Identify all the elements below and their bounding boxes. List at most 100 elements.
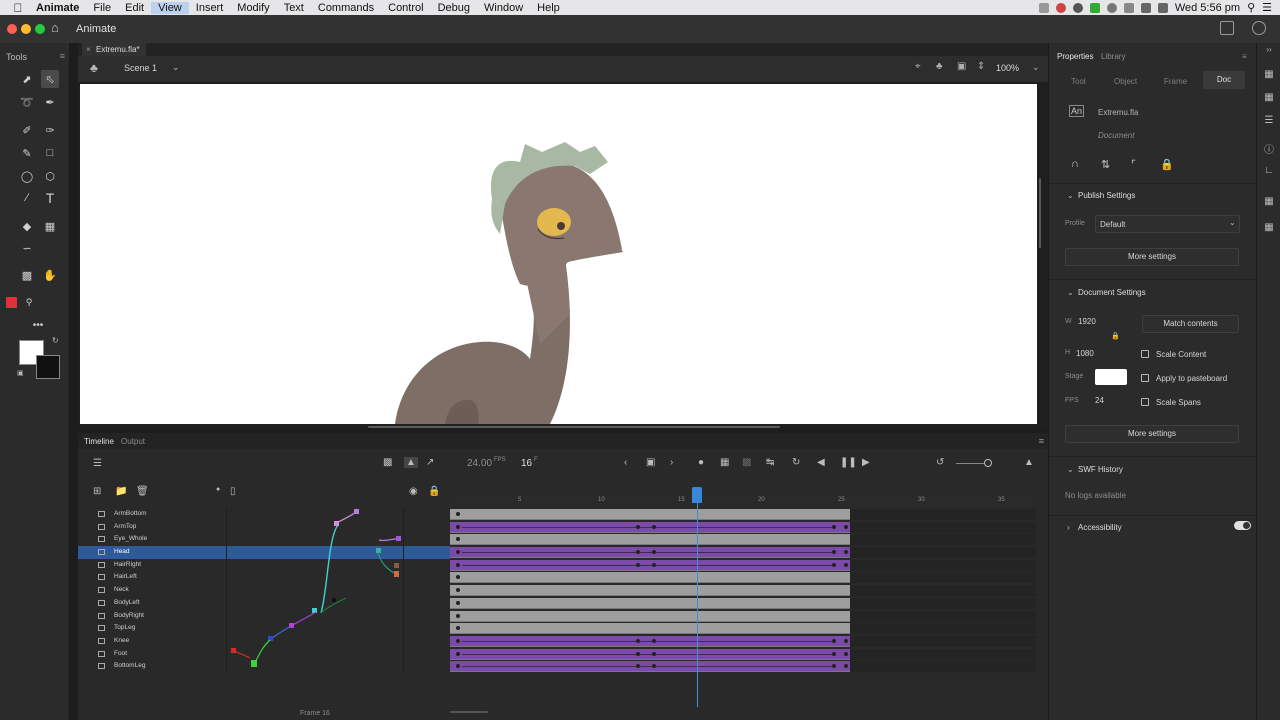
frame-row[interactable] xyxy=(450,521,1036,534)
hand-tool-icon[interactable]: ✋ xyxy=(41,266,59,284)
keyframe-dot[interactable] xyxy=(456,651,460,656)
frame-span[interactable] xyxy=(450,572,850,584)
menu-control[interactable]: Control xyxy=(381,2,430,14)
next-keyframe-icon[interactable]: › xyxy=(670,457,673,468)
keyframe-dot[interactable] xyxy=(832,638,836,643)
new-folder-icon[interactable]: 📁 xyxy=(115,486,127,497)
frame-span[interactable] xyxy=(450,585,850,597)
menu-list-icon[interactable]: ☰ xyxy=(1262,1,1272,14)
empty-frames[interactable] xyxy=(850,559,1036,571)
more-tools-icon[interactable]: ••• xyxy=(29,316,47,334)
document-tab[interactable]: × Extremu.fla* xyxy=(82,43,146,56)
expand-panels-icon[interactable]: ›› xyxy=(1263,45,1275,57)
frame-row[interactable] xyxy=(450,648,1036,661)
previous-keyframe-icon[interactable]: ‹ xyxy=(624,457,627,468)
empty-frames[interactable] xyxy=(850,585,1036,597)
align-icon[interactable]: ⇅ xyxy=(1101,158,1110,171)
subtab-frame[interactable]: Frame xyxy=(1164,77,1187,86)
undo-icon[interactable]: ↺ xyxy=(936,457,944,468)
components-panel-icon[interactable]: ▦ xyxy=(1263,196,1275,208)
home-icon[interactable]: ⌂ xyxy=(51,20,59,35)
stage-color-swatch[interactable] xyxy=(1095,369,1127,385)
empty-frames[interactable] xyxy=(850,572,1036,584)
menu-app[interactable]: Animate xyxy=(36,2,86,14)
keyframe-dot[interactable] xyxy=(652,651,656,656)
keyframe-dot[interactable] xyxy=(652,638,656,643)
zoom-level[interactable]: 100% xyxy=(996,63,1019,73)
section-swf-history[interactable]: ⌄ SWF History xyxy=(1067,465,1123,474)
frame-span[interactable] xyxy=(450,534,850,546)
clip-stage-icon[interactable]: ▣ xyxy=(957,61,966,72)
current-frame-readout[interactable]: 16 xyxy=(521,458,532,469)
close-window-button[interactable] xyxy=(7,24,17,34)
scene-name[interactable]: Scene 1 xyxy=(124,63,157,73)
frame-size-slider-handle[interactable] xyxy=(984,459,992,467)
eyedropper-tool-icon[interactable]: ∽ xyxy=(18,239,36,257)
frame-row[interactable] xyxy=(450,597,1036,610)
tab-output[interactable]: Output xyxy=(121,437,145,446)
new-layer-icon[interactable]: ⊞ xyxy=(93,486,101,497)
menu-help[interactable]: Help xyxy=(530,2,567,14)
menu-view[interactable]: View xyxy=(151,1,189,14)
search-icon[interactable]: ⚲ xyxy=(1247,1,1255,14)
lock-icon[interactable]: 🔒 xyxy=(1160,158,1174,171)
lock-icon[interactable]: 🔒 xyxy=(428,486,440,497)
section-accessibility[interactable]: › Accessibility xyxy=(1067,523,1122,532)
frame-span[interactable] xyxy=(450,509,850,520)
keyframe-dot[interactable] xyxy=(456,512,460,516)
zoom-tool-icon[interactable]: ⚲ xyxy=(20,293,38,311)
timeline-scrollbar[interactable] xyxy=(450,711,488,713)
layer-parenting-graph[interactable] xyxy=(226,508,403,673)
workspace-icon[interactable] xyxy=(1220,21,1234,35)
horizontal-scrollbar[interactable] xyxy=(368,426,780,428)
onion-skin-icon[interactable]: ● xyxy=(698,457,704,468)
app-icon[interactable] xyxy=(1089,2,1100,13)
center-stage-icon[interactable]: ⌖ xyxy=(915,61,921,72)
panel-menu-icon[interactable]: ≡ xyxy=(1242,52,1247,61)
close-tab-icon[interactable]: × xyxy=(86,43,91,56)
profile-select[interactable]: Default ⌄ xyxy=(1095,215,1240,233)
frame-ruler[interactable]: 5 10 15 20 25 30 35 xyxy=(450,493,1036,507)
playhead-handle[interactable] xyxy=(692,487,702,503)
frame-span[interactable] xyxy=(450,623,850,635)
menu-text[interactable]: Text xyxy=(277,2,311,14)
emu-character-artwork[interactable] xyxy=(80,84,1037,424)
keyframe-dot[interactable] xyxy=(652,562,656,567)
frame-row[interactable] xyxy=(450,559,1036,572)
outline-icon[interactable]: ▯ xyxy=(230,486,236,497)
empty-frames[interactable] xyxy=(850,648,1036,660)
scale-spans-checkbox[interactable] xyxy=(1141,398,1149,406)
camera-tool-icon[interactable]: ▩ xyxy=(18,266,36,284)
scene-icon[interactable]: ♣ xyxy=(90,61,98,75)
oval-tool-icon[interactable]: ◯ xyxy=(18,167,36,185)
keyframe-dot[interactable] xyxy=(652,524,656,529)
keyframe-dot[interactable] xyxy=(832,562,836,567)
stage-canvas[interactable] xyxy=(80,84,1037,424)
keyframe-dot[interactable] xyxy=(636,651,640,656)
menu-file[interactable]: File xyxy=(86,2,118,14)
frame-grid[interactable]: 5 10 15 20 25 30 35 xyxy=(450,493,1036,673)
keyframe-dot[interactable] xyxy=(844,651,848,656)
accessibility-toggle[interactable] xyxy=(1234,521,1251,530)
crop-icon[interactable]: ⌜ xyxy=(1131,158,1136,171)
frame-row[interactable] xyxy=(450,533,1036,546)
keyframe-dot[interactable] xyxy=(456,524,460,529)
display-icon[interactable] xyxy=(1123,2,1134,13)
delete-layer-icon[interactable]: 🗑 xyxy=(136,486,149,497)
swatches-panel-icon[interactable]: ▦ xyxy=(1263,92,1275,104)
stroke-color-box[interactable] xyxy=(36,355,60,379)
publish-icon[interactable] xyxy=(1252,21,1266,35)
status-icon[interactable] xyxy=(1106,2,1117,13)
tab-timeline[interactable]: Timeline xyxy=(84,437,114,446)
fps-value[interactable]: 24 xyxy=(1095,396,1104,405)
keyframe-dot[interactable] xyxy=(456,600,460,605)
frame-row[interactable] xyxy=(450,508,1036,521)
visibility-icon[interactable]: ◉ xyxy=(409,486,418,497)
pin-tool-icon[interactable]: ✒ xyxy=(41,93,59,111)
publish-more-settings-button[interactable]: More settings xyxy=(1065,248,1239,266)
frame-rows[interactable] xyxy=(450,508,1036,673)
section-publish-settings[interactable]: ⌄ Publish Settings xyxy=(1067,191,1135,200)
keyframe-dot[interactable] xyxy=(832,651,836,656)
step-forward-icon[interactable]: ▶ xyxy=(862,457,870,468)
pause-icon[interactable]: ❚❚ xyxy=(840,457,857,468)
